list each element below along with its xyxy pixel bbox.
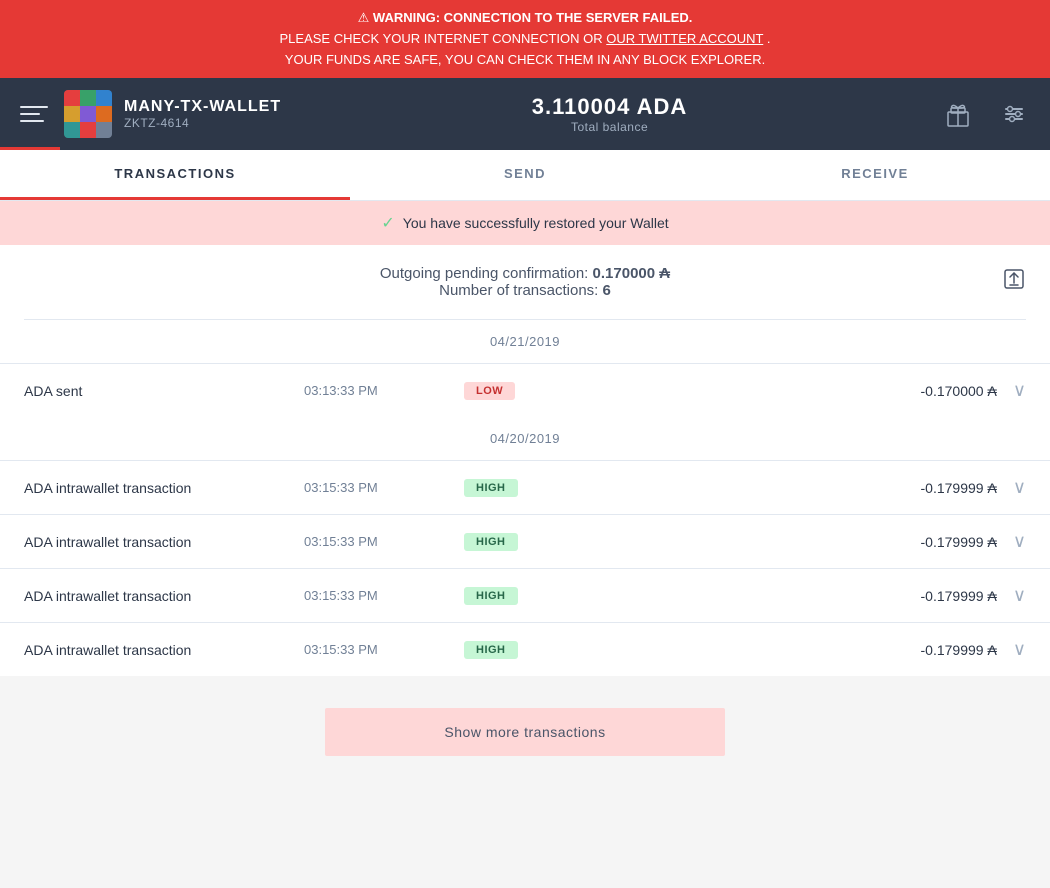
tx-amount: -0.179999 ₳ — [584, 642, 1013, 658]
badge-high: HIGH — [464, 641, 518, 659]
transaction-row[interactable]: ADA intrawallet transaction 03:15:33 PM … — [0, 460, 1050, 514]
nav-tabs: TRANSACTIONS SEND RECEIVE — [0, 150, 1050, 201]
date-header-2: 04/20/2019 — [0, 417, 1050, 460]
warning-line2-suffix: . — [767, 31, 771, 46]
warning-icon: ⚠ — [358, 10, 370, 25]
tx-time: 03:13:33 PM — [304, 383, 464, 398]
chevron-down-icon[interactable]: ∨ — [1013, 639, 1026, 660]
tx-amount: -0.170000 ₳ — [584, 383, 1013, 399]
success-banner: ✓ You have successfully restored your Wa… — [0, 201, 1050, 245]
chevron-down-icon[interactable]: ∨ — [1013, 477, 1026, 498]
rewards-icon — [944, 100, 972, 128]
pending-amount: 0.170000 ₳ — [593, 265, 671, 282]
tx-amount: -0.179999 ₳ — [584, 480, 1013, 496]
warning-title: WARNING: CONNECTION TO THE SERVER FAILED… — [373, 10, 692, 25]
badge-high: HIGH — [464, 479, 518, 497]
tx-name: ADA sent — [24, 383, 304, 399]
transaction-row[interactable]: ADA intrawallet transaction 03:15:33 PM … — [0, 568, 1050, 622]
tx-name: ADA intrawallet transaction — [24, 642, 304, 658]
sidebar-indicator — [0, 147, 60, 150]
tx-count-label: Number of transactions: — [439, 282, 598, 299]
rewards-icon-btn[interactable] — [938, 94, 978, 134]
avatar-image — [64, 90, 112, 138]
export-icon — [1002, 267, 1026, 291]
tx-badge: HIGH — [464, 532, 584, 551]
tx-badge: HIGH — [464, 640, 584, 659]
tab-receive[interactable]: RECEIVE — [700, 150, 1050, 200]
tx-time: 03:15:33 PM — [304, 642, 464, 657]
badge-low: LOW — [464, 382, 515, 400]
badge-high: HIGH — [464, 533, 518, 551]
warning-line3: YOUR FUNDS ARE SAFE, YOU CAN CHECK THEM … — [16, 50, 1034, 71]
badge-high: HIGH — [464, 587, 518, 605]
tx-time: 03:15:33 PM — [304, 480, 464, 495]
tx-badge: HIGH — [464, 586, 584, 605]
menu-icon[interactable] — [16, 96, 52, 132]
success-message: You have successfully restored your Wall… — [403, 215, 669, 231]
tx-time: 03:15:33 PM — [304, 534, 464, 549]
header-left: MANY-TX-WALLET ZKTZ-4614 — [16, 90, 281, 138]
check-icon: ✓ — [381, 213, 394, 233]
show-more-button[interactable]: Show more transactions — [325, 708, 725, 756]
tx-amount: -0.179999 ₳ — [584, 534, 1013, 550]
tab-send[interactable]: SEND — [350, 150, 700, 200]
tx-name: ADA intrawallet transaction — [24, 588, 304, 604]
date-header-1: 04/21/2019 — [0, 320, 1050, 363]
tx-amount: -0.179999 ₳ — [584, 588, 1013, 604]
export-button[interactable] — [1002, 267, 1026, 297]
header-right — [938, 94, 1034, 134]
pending-label: Outgoing pending confirmation: — [380, 265, 588, 282]
pending-info: Outgoing pending confirmation: 0.170000 … — [0, 245, 1050, 319]
tx-count: 6 — [603, 282, 611, 299]
tx-time: 03:15:33 PM — [304, 588, 464, 603]
settings-icon-btn[interactable] — [994, 94, 1034, 134]
transaction-row[interactable]: ADA sent 03:13:33 PM LOW -0.170000 ₳ ∨ — [0, 363, 1050, 417]
balance-label: Total balance — [281, 120, 938, 134]
transaction-row[interactable]: ADA intrawallet transaction 03:15:33 PM … — [0, 514, 1050, 568]
tx-name: ADA intrawallet transaction — [24, 480, 304, 496]
chevron-down-icon[interactable]: ∨ — [1013, 585, 1026, 606]
header: MANY-TX-WALLET ZKTZ-4614 3.110004 ADA To… — [0, 78, 1050, 150]
tx-name: ADA intrawallet transaction — [24, 534, 304, 550]
transaction-row[interactable]: ADA intrawallet transaction 03:15:33 PM … — [0, 622, 1050, 676]
main-content: Outgoing pending confirmation: 0.170000 … — [0, 245, 1050, 676]
wallet-name: MANY-TX-WALLET — [124, 98, 281, 116]
tx-badge: LOW — [464, 381, 584, 400]
wallet-id: ZKTZ-4614 — [124, 116, 281, 130]
chevron-down-icon[interactable]: ∨ — [1013, 380, 1026, 401]
twitter-link[interactable]: OUR TWITTER ACCOUNT — [606, 31, 763, 46]
wallet-avatar — [64, 90, 112, 138]
settings-icon — [1000, 100, 1028, 128]
balance-amount: 3.110004 ADA — [281, 94, 938, 120]
warning-line2-prefix: PLEASE CHECK YOUR INTERNET CONNECTION OR — [280, 31, 607, 46]
header-center: 3.110004 ADA Total balance — [281, 94, 938, 134]
wallet-info: MANY-TX-WALLET ZKTZ-4614 — [124, 98, 281, 130]
tx-badge: HIGH — [464, 478, 584, 497]
chevron-down-icon[interactable]: ∨ — [1013, 531, 1026, 552]
tab-transactions[interactable]: TRANSACTIONS — [0, 150, 350, 200]
show-more-container: Show more transactions — [0, 676, 1050, 788]
warning-banner: ⚠ WARNING: CONNECTION TO THE SERVER FAIL… — [0, 0, 1050, 78]
